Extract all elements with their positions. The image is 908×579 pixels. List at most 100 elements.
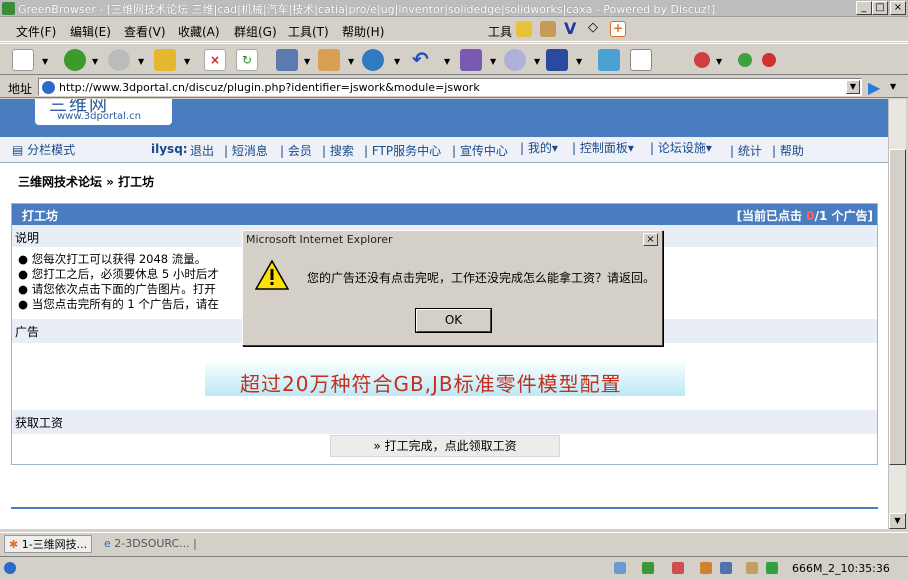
status-bar: 666M_2_10:35:36 (0, 556, 908, 579)
menu-bar: 文件(F) 编辑(E) 查看(V) 收藏(A) 群组(G) 工具(T) 帮助(H… (0, 18, 908, 42)
scroll-down-button[interactable]: ▼ (889, 513, 906, 529)
logo-url: www.3dportal.cn (57, 111, 141, 122)
close-window-button[interactable]: × (890, 1, 906, 15)
dialog-message: 您的广告还没有点击完呢，工作还没完成怎么能拿工资？请返回。 (307, 271, 656, 285)
download-icon[interactable] (614, 562, 626, 574)
green-status-icon[interactable] (766, 562, 778, 574)
nav-logout[interactable]: 退出 (190, 142, 214, 159)
nav-my[interactable]: | 我的▾ (520, 139, 558, 156)
dialog-titlebar: Microsoft Internet Explorer × (243, 231, 662, 249)
section-title: 打工坊 (22, 209, 59, 223)
tools-icon[interactable] (460, 49, 482, 71)
nav-members[interactable]: | 会员 (280, 142, 312, 159)
forward-icon[interactable] (108, 49, 130, 71)
status-time: 666M_2_10:35:36 (792, 562, 890, 575)
greenbrowser-icon (2, 2, 15, 15)
menu-view[interactable]: 查看(V) (124, 23, 166, 40)
globe-icon[interactable] (362, 49, 384, 71)
split-icon[interactable] (642, 562, 654, 574)
face-icon[interactable] (694, 52, 710, 68)
address-dropdown[interactable]: ▼ (846, 80, 860, 94)
page-status-icon (4, 562, 16, 574)
dialog-title: Microsoft Internet Explorer (246, 233, 393, 246)
new-page-icon[interactable] (12, 49, 34, 71)
footer-divider (11, 507, 878, 509)
hand-status-icon[interactable] (746, 562, 758, 574)
go-dropdown[interactable]: ▼ (890, 82, 896, 91)
address-url[interactable]: http://www.3dportal.cn/discuz/plugin.php… (59, 81, 480, 94)
tab-1[interactable]: ✱ 1-三维网技... (4, 535, 93, 553)
menu-edit[interactable]: 编辑(E) (70, 23, 111, 40)
plus-icon[interactable]: + (610, 21, 626, 37)
username: ilysq: (151, 142, 188, 156)
green-dot-icon[interactable] (738, 53, 752, 67)
list-item: ● 请您依次点击下面的广告图片。打开 (18, 282, 216, 296)
nav-promo[interactable]: | 宣传中心 (452, 142, 508, 159)
screen-icon[interactable] (598, 49, 620, 71)
alert-dialog: Microsoft Internet Explorer × 您的广告还没有点击完… (242, 230, 663, 346)
proxy-icon[interactable] (672, 562, 684, 574)
breadcrumb[interactable]: 三维网技术论坛 » 打工坊 (18, 173, 154, 190)
ie-page-icon (42, 81, 55, 94)
go-icon[interactable]: ▶ (868, 78, 880, 97)
notepad-icon[interactable] (630, 49, 652, 71)
undo-icon[interactable]: ↶ (412, 49, 434, 71)
menu-tools[interactable]: 工具(T) (288, 23, 329, 40)
ok-button[interactable]: OK (415, 308, 492, 333)
list-item: ● 当您点击完所有的 1 个广告后，请在 (18, 297, 219, 311)
warning-icon (255, 259, 289, 290)
menu-groups[interactable]: 群组(G) (234, 23, 277, 40)
title-bar: GreenBrowser - [三维网技术论坛 三维|cad|机械|汽车|技术|… (0, 0, 908, 17)
menu-help[interactable]: 帮助(H) (342, 23, 384, 40)
vertical-scrollbar[interactable]: ▼ (888, 99, 906, 529)
home-icon[interactable] (276, 49, 298, 71)
nav-help[interactable]: | 帮助 (772, 142, 804, 159)
collect-wage-button[interactable]: » 打工完成，点此领取工资 (330, 435, 560, 457)
tab-2[interactable]: e 2-3DSOURC... | (104, 535, 197, 553)
minimize-button[interactable]: _ (856, 1, 872, 15)
address-input[interactable]: http://www.3dportal.cn/discuz/plugin.php… (38, 78, 862, 96)
nav-stats[interactable]: | 统计 (730, 142, 762, 159)
wage-row: 获取工资 (12, 410, 877, 434)
red-dot-icon[interactable] (762, 53, 776, 67)
nav-control-panel[interactable]: | 控制面板▾ (572, 139, 634, 156)
diamond-icon[interactable]: ◇ (588, 20, 598, 35)
nav-ftp[interactable]: | FTP服务中心 (364, 142, 441, 159)
tabs-bar: ✱ 1-三维网技... e 2-3DSOURC... | (0, 532, 908, 554)
scrollbar-thumb[interactable] (889, 149, 906, 465)
table-header: 打工坊 [当前已点击 0/1 个广告] (12, 204, 877, 225)
site-header: 三维网 www.3dportal.cn (0, 99, 888, 137)
window-title: GreenBrowser - [三维网技术论坛 三维|cad|机械|汽车|技术|… (18, 3, 716, 16)
v-icon[interactable]: V (564, 19, 576, 38)
site-logo[interactable]: 三维网 www.3dportal.cn (35, 99, 172, 125)
refresh-icon[interactable]: ↻ (236, 49, 258, 71)
tools-label[interactable]: 工具 (488, 23, 512, 40)
stop-icon[interactable]: × (204, 49, 226, 71)
pen-icon[interactable] (516, 21, 532, 37)
desc-list: ● 您每次打工可以获得 2048 流量。 ● 您打工之后，必须要休息 5 小时后… (18, 252, 219, 312)
nav-search[interactable]: | 搜索 (322, 142, 354, 159)
list-item: ● 您打工之后，必须要休息 5 小时后才 (18, 267, 219, 281)
site-navbar: ▤ 分栏模式 ilysq: 退出 | 短消息 | 会员 | 搜索 | FTP服务… (0, 137, 888, 163)
favorites-icon[interactable] (318, 49, 340, 71)
save-icon[interactable] (546, 49, 568, 71)
maximize-button[interactable]: □ (872, 1, 888, 15)
nav-forum-tools[interactable]: | 论坛设施▾ (650, 139, 712, 156)
palette-icon[interactable] (504, 49, 526, 71)
toolbar: ▼ ▼ ▼ ▼ × ↻ ▼ ▼ ▼ ↶ ▼ ▼ ▼ ▼ ▼ (0, 43, 908, 75)
dialog-close-button[interactable]: × (643, 233, 658, 246)
back-icon[interactable] (64, 49, 86, 71)
menu-favorites[interactable]: 收藏(A) (178, 23, 220, 40)
address-bar: 地址 http://www.3dportal.cn/discuz/plugin.… (0, 76, 908, 98)
hand-icon[interactable] (540, 21, 556, 37)
layout-mode-link[interactable]: ▤ 分栏模式 (12, 141, 75, 158)
popup-icon[interactable] (700, 562, 712, 574)
nav-messages[interactable]: | 短消息 (224, 142, 268, 159)
ad-banner[interactable]: 超过20万种符合GB,JB标准零件模型配置 (205, 362, 685, 396)
click-counter: [当前已点击 0/1 个广告] (736, 209, 873, 223)
up-folder-icon[interactable] (154, 49, 176, 71)
wage-label: 获取工资 (15, 416, 64, 430)
menu-file[interactable]: 文件(F) (16, 23, 56, 40)
window-icon[interactable] (720, 562, 732, 574)
ad-label: 广告 (15, 325, 40, 339)
